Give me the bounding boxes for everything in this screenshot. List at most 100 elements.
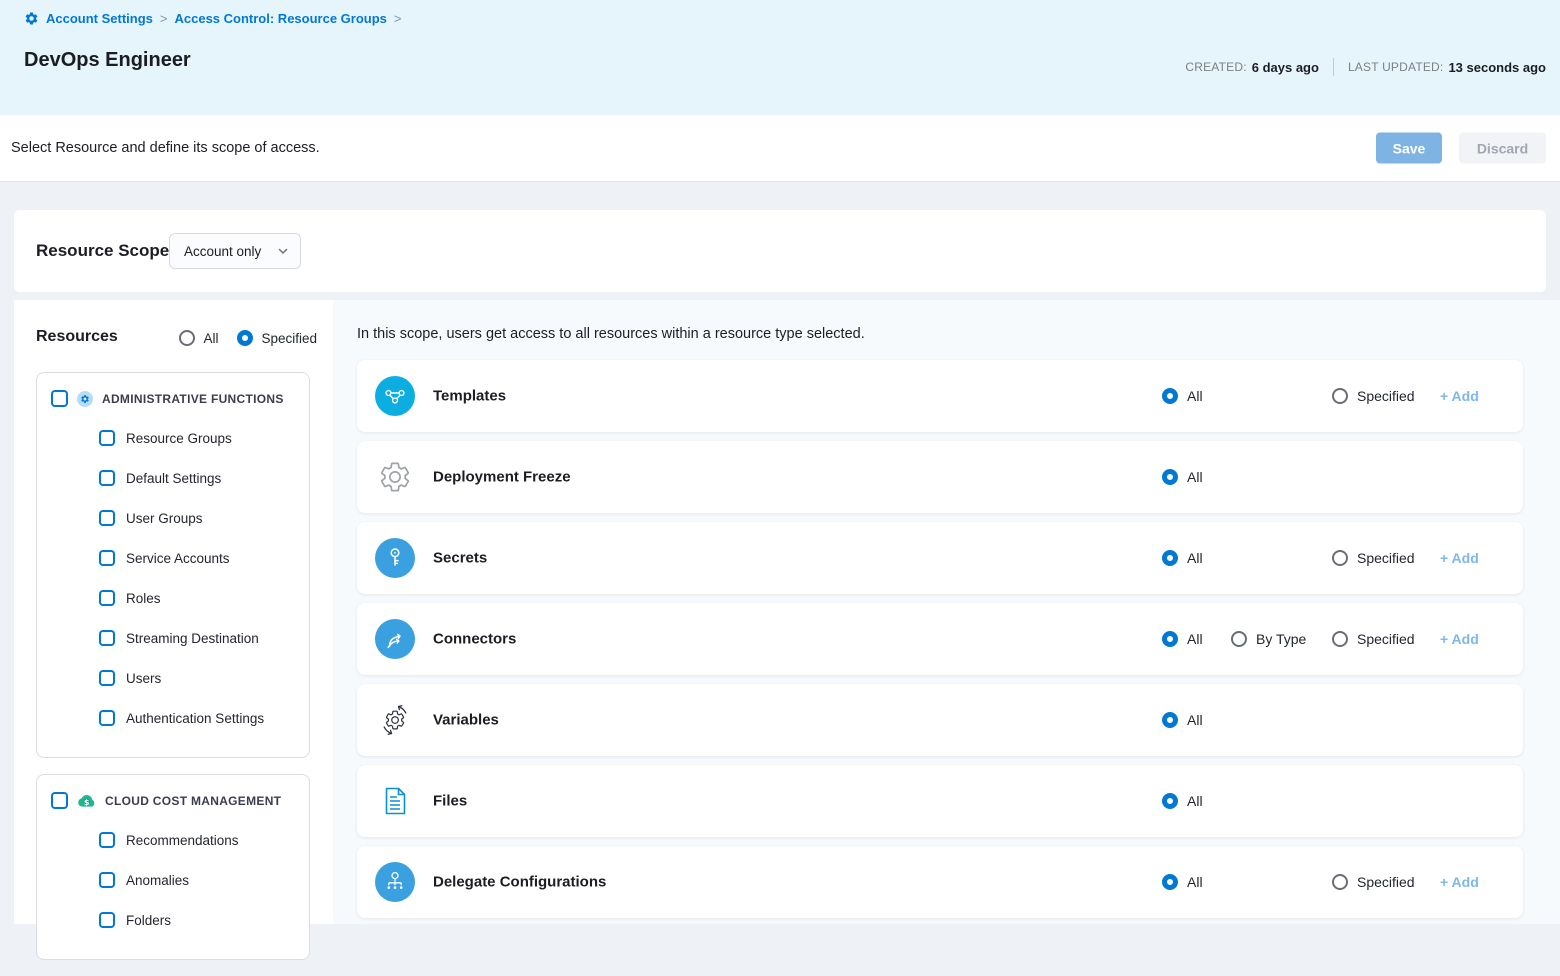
group-checkbox[interactable]: [51, 390, 68, 407]
resource-row-templates: TemplatesAllSpecified+ Add: [357, 360, 1523, 432]
item-checkbox[interactable]: [99, 710, 115, 726]
resource-row-connectors: ConnectorsAllBy TypeSpecified+ Add: [357, 603, 1523, 675]
save-button[interactable]: Save: [1376, 133, 1442, 164]
option-label: All: [1187, 712, 1203, 728]
files-icon: [375, 781, 415, 821]
option-specified[interactable]: Specified: [1332, 388, 1415, 404]
add-button[interactable]: + Add: [1440, 388, 1479, 404]
resource-type-item-roles[interactable]: Roles: [99, 578, 295, 618]
resources-panel: Resources AllSpecified ADMINISTRATIVE FU…: [14, 300, 333, 924]
radio-icon[interactable]: [1162, 793, 1178, 809]
radio-icon[interactable]: [1231, 631, 1247, 647]
item-checkbox[interactable]: [99, 912, 115, 928]
resources-radio-specified[interactable]: Specified: [237, 330, 317, 346]
resource-type-item-users[interactable]: Users: [99, 658, 295, 698]
item-checkbox[interactable]: [99, 872, 115, 888]
resource-type-item-service-accounts[interactable]: Service Accounts: [99, 538, 295, 578]
item-checkbox[interactable]: [99, 630, 115, 646]
item-label: Roles: [126, 591, 161, 606]
templates-icon: [375, 376, 415, 416]
option-label: By Type: [1256, 631, 1306, 647]
resource-row-variables: Variables All: [357, 684, 1523, 756]
radio-icon[interactable]: [1162, 388, 1178, 404]
item-label: Recommendations: [126, 833, 239, 848]
option-all[interactable]: All: [1162, 550, 1203, 566]
item-checkbox[interactable]: [99, 510, 115, 526]
item-checkbox[interactable]: [99, 590, 115, 606]
group-title: CLOUD COST MANAGEMENT: [105, 794, 281, 808]
group-header: ADMINISTRATIVE FUNCTIONS: [51, 390, 295, 407]
cloud-cost-icon: $: [77, 793, 96, 808]
item-label: Users: [126, 671, 161, 686]
radio-icon[interactable]: [179, 330, 195, 346]
item-checkbox[interactable]: [99, 550, 115, 566]
radio-icon[interactable]: [1332, 388, 1348, 404]
discard-button[interactable]: Discard: [1459, 133, 1546, 164]
item-label: Service Accounts: [126, 551, 230, 566]
resource-row-files: Files All: [357, 765, 1523, 837]
resource-type-item-resource-groups[interactable]: Resource Groups: [99, 418, 295, 458]
option-all[interactable]: All: [1162, 469, 1203, 485]
chevron-right-icon: >: [394, 11, 402, 26]
resource-type-item-authentication-settings[interactable]: Authentication Settings: [99, 698, 295, 738]
resource-scope-dropdown[interactable]: Account only: [169, 233, 301, 269]
option-label: All: [1187, 388, 1203, 404]
chevron-right-icon: >: [160, 11, 168, 26]
add-button[interactable]: + Add: [1440, 631, 1479, 647]
option-label: Specified: [1357, 388, 1415, 404]
resource-type-item-recommendations[interactable]: Recommendations: [99, 820, 295, 860]
breadcrumb-account-settings[interactable]: Account Settings: [46, 11, 153, 26]
item-label: Streaming Destination: [126, 631, 259, 646]
resource-type-item-folders[interactable]: Folders: [99, 900, 295, 940]
resource-type-item-anomalies[interactable]: Anomalies: [99, 860, 295, 900]
resource-row-title: Deployment Freeze: [433, 469, 571, 486]
group-checkbox[interactable]: [51, 792, 68, 809]
radio-icon[interactable]: [1332, 550, 1348, 566]
add-button[interactable]: + Add: [1440, 874, 1479, 890]
item-checkbox[interactable]: [99, 670, 115, 686]
resource-row-title: Files: [433, 793, 467, 810]
item-checkbox[interactable]: [99, 470, 115, 486]
breadcrumb-resource-groups[interactable]: Access Control: Resource Groups: [175, 11, 387, 26]
radio-icon[interactable]: [1332, 631, 1348, 647]
option-label: All: [1187, 550, 1203, 566]
radio-icon[interactable]: [237, 330, 253, 346]
resource-type-item-user-groups[interactable]: User Groups: [99, 498, 295, 538]
option-all[interactable]: All: [1162, 712, 1203, 728]
item-checkbox[interactable]: [99, 832, 115, 848]
svg-text:$: $: [84, 798, 90, 807]
option-all[interactable]: All: [1162, 388, 1203, 404]
created-label: CREATED:: [1185, 60, 1246, 74]
resource-group-card-cloud-cost-management: $ CLOUD COST MANAGEMENT Recommendations Ano…: [36, 774, 310, 960]
radio-icon[interactable]: [1162, 874, 1178, 890]
radio-icon[interactable]: [1162, 469, 1178, 485]
option-label: Specified: [1357, 631, 1415, 647]
connectors-icon: [375, 619, 415, 659]
scope-note: In this scope, users get access to all r…: [357, 326, 865, 342]
radio-icon[interactable]: [1162, 550, 1178, 566]
radio-icon[interactable]: [1162, 631, 1178, 647]
resource-type-item-streaming-destination[interactable]: Streaming Destination: [99, 618, 295, 658]
item-checkbox[interactable]: [99, 430, 115, 446]
settings-gear-icon: [24, 11, 39, 26]
option-specified[interactable]: Specified: [1332, 874, 1415, 890]
resource-row-delegate-configurations: Delegate ConfigurationsAllSpecified+ Add: [357, 846, 1523, 918]
item-label: Anomalies: [126, 873, 189, 888]
chevron-down-icon: [277, 245, 289, 257]
admin-functions-icon: [77, 391, 93, 407]
option-specified[interactable]: Specified: [1332, 550, 1415, 566]
resource-scope-value: Account only: [184, 244, 261, 259]
add-button[interactable]: + Add: [1440, 550, 1479, 566]
radio-icon[interactable]: [1162, 712, 1178, 728]
option-specified[interactable]: Specified: [1332, 631, 1415, 647]
option-label: Specified: [1357, 874, 1415, 890]
resource-type-item-default-settings[interactable]: Default Settings: [99, 458, 295, 498]
option-label: All: [1187, 874, 1203, 890]
radio-icon[interactable]: [1332, 874, 1348, 890]
option-by-type[interactable]: By Type: [1231, 631, 1306, 647]
option-all[interactable]: All: [1162, 631, 1203, 647]
option-all[interactable]: All: [1162, 793, 1203, 809]
option-all[interactable]: All: [1162, 874, 1203, 890]
resource-row-title: Variables: [433, 712, 499, 729]
resources-radio-all[interactable]: All: [179, 330, 218, 346]
